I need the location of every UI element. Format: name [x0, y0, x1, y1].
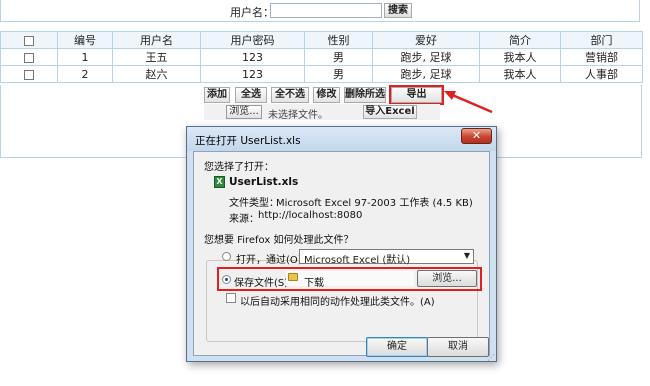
open-with-app-select[interactable]: Microsoft Excel (默认) ▼ [299, 249, 474, 266]
header-gender: 性别 [304, 31, 373, 49]
export-highlight-box [389, 85, 444, 105]
cell-gender: 男 [304, 48, 373, 66]
import-excel-button[interactable]: 导入Excel [363, 105, 417, 119]
close-icon: ✕ [471, 129, 482, 142]
ok-button[interactable]: 确定 [366, 337, 428, 357]
red-arrow-annotation [444, 91, 493, 114]
dialog-intro: 您选择了打开： [204, 162, 274, 173]
dialog-titlebar[interactable]: 正在打开 UserList.xls ✕ [187, 127, 496, 151]
header-select-all-checkbox[interactable] [0, 31, 58, 49]
add-button[interactable]: 添加 [204, 87, 230, 103]
edit-button[interactable]: 修改 [313, 87, 340, 103]
table-header-row: 编号 用户名 用户密码 性别 爱好 简介 部门 [0, 31, 643, 49]
row-checkbox[interactable] [24, 52, 34, 63]
search-label: 用户名： [230, 6, 274, 19]
cell-gender: 男 [304, 65, 373, 83]
header-username: 用户名 [112, 31, 201, 49]
row-checkbox[interactable] [24, 69, 34, 80]
dialog-body: 您选择了打开： X UserList.xls 文件类型： Microsoft E… [193, 151, 490, 356]
username-search-input[interactable] [270, 3, 382, 18]
header-hobby: 爱好 [372, 31, 480, 49]
chevron-down-icon: ▼ [463, 251, 470, 260]
cell-department: 人事部 [560, 65, 643, 83]
search-bar: 用户名： 搜索 [0, 0, 640, 22]
cell-password: 123 [200, 48, 305, 66]
close-button[interactable]: ✕ [461, 128, 492, 144]
source-value: http://localhost:8080 [258, 210, 363, 221]
file-browse-button[interactable]: 浏览... [226, 105, 262, 119]
header-id: 编号 [57, 31, 113, 49]
checkbox[interactable] [24, 35, 34, 46]
cell-id: 2 [57, 65, 113, 83]
table-row: 2 赵六 123 男 跑步, 足球 我本人 人事部 [0, 65, 643, 83]
file-name: UserList.xls [229, 176, 299, 188]
cell-username: 赵六 [112, 65, 201, 83]
select-all-button[interactable]: 全选 [235, 87, 267, 103]
header-intro: 简介 [479, 31, 561, 49]
excel-file-icon: X [214, 176, 225, 188]
auto-action-label[interactable]: 以后自动采用相同的动作处理此类文件。(A) [240, 293, 435, 308]
cell-department: 营销部 [560, 48, 643, 66]
delete-selected-button[interactable]: 删除所选 [344, 87, 386, 103]
no-file-selected-text: 未选择文件。 [268, 110, 328, 121]
open-with-radio[interactable] [222, 252, 231, 261]
search-button[interactable]: 搜索 [384, 3, 412, 18]
row-checkbox-cell[interactable] [0, 48, 58, 66]
cell-intro: 我本人 [479, 65, 561, 83]
header-password: 用户密码 [200, 31, 305, 49]
file-type-label: 文件类型： [229, 198, 279, 209]
cell-intro: 我本人 [479, 48, 561, 66]
cell-hobby: 跑步, 足球 [372, 48, 480, 66]
cancel-button[interactable]: 取消 [427, 337, 489, 357]
row-checkbox-cell[interactable] [0, 65, 58, 83]
resize-gripper-icon[interactable]: ⋰ [487, 353, 495, 362]
user-table: 编号 用户名 用户密码 性别 爱好 简介 部门 1 王五 123 男 跑步, 足… [0, 31, 643, 83]
dialog-title: 正在打开 UserList.xls [195, 135, 301, 147]
cell-hobby: 跑步, 足球 [372, 65, 480, 83]
cell-id: 1 [57, 48, 113, 66]
select-none-button[interactable]: 全不选 [271, 87, 309, 103]
file-type-value: Microsoft Excel 97-2003 工作表 (4.5 KB) [276, 198, 473, 209]
auto-action-checkbox[interactable] [226, 293, 236, 303]
source-label: 来源： [229, 214, 259, 225]
cell-password: 123 [200, 65, 305, 83]
open-with-label[interactable]: 打开，通过(O) [236, 251, 302, 266]
cell-username: 王五 [112, 48, 201, 66]
handle-question: 您想要 Firefox 如何处理此文件？ [204, 235, 354, 246]
table-row: 1 王五 123 男 跑步, 足球 我本人 营销部 [0, 48, 643, 66]
selected-app: Microsoft Excel (默认) [304, 255, 411, 266]
save-option-highlight-box [217, 267, 482, 291]
header-department: 部门 [560, 31, 643, 49]
download-dialog: 正在打开 UserList.xls ✕ 您选择了打开： X UserList.x… [186, 126, 497, 362]
